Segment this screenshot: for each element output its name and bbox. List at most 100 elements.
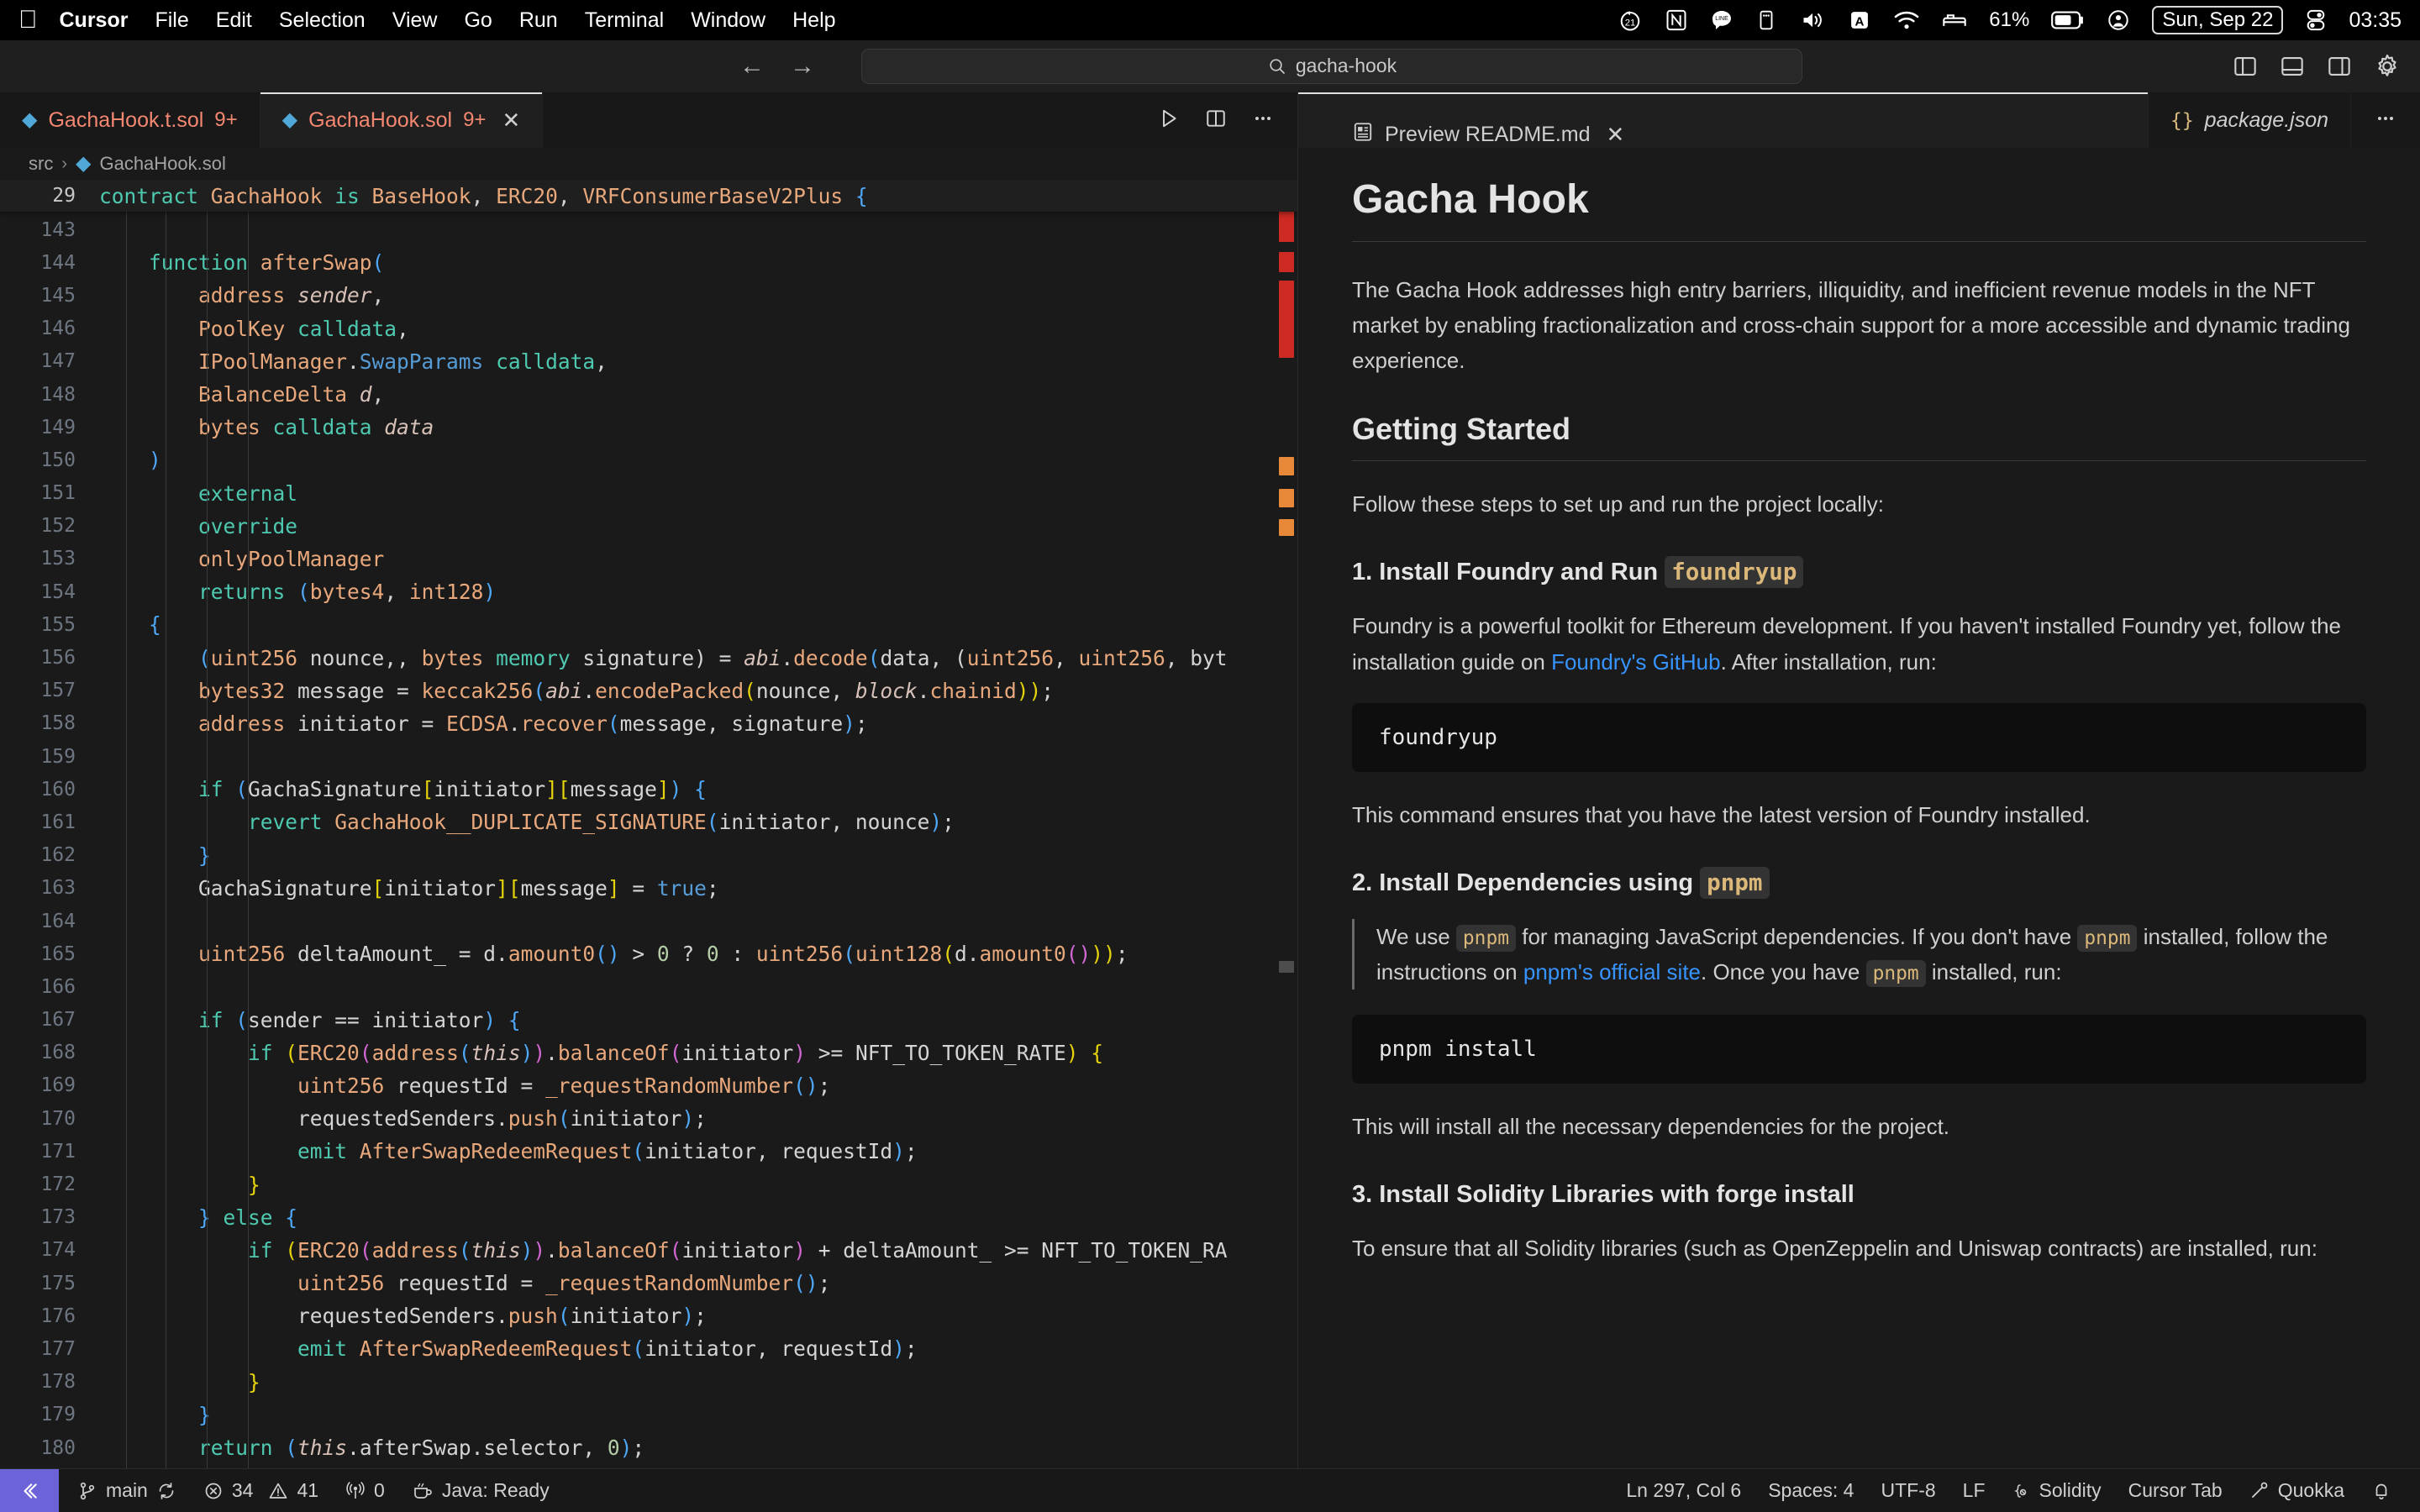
cursor-position-status[interactable]: Ln 297, Col 6 (1612, 1479, 1754, 1502)
code-line[interactable]: 164 (0, 905, 1297, 937)
code-line[interactable]: 168 if (ERC20(address(this)).balanceOf(i… (0, 1037, 1297, 1069)
command-search-bar[interactable]: gacha-hook (861, 48, 1802, 84)
apple-icon[interactable]:  (18, 8, 38, 33)
close-icon[interactable]: ✕ (502, 109, 520, 131)
menubar-date[interactable]: Sun, Sep 22 (2152, 6, 2284, 34)
split-editor-icon[interactable] (1205, 108, 1227, 134)
code-line[interactable]: 173 } else { (0, 1201, 1297, 1234)
toggle-secondary-sidebar-icon[interactable] (2328, 55, 2351, 77)
code-line[interactable]: 169 uint256 requestId = _requestRandomNu… (0, 1069, 1297, 1102)
problems-status[interactable]: 34 41 (190, 1479, 332, 1502)
code-line[interactable]: 155 { (0, 608, 1297, 641)
sleep-icon[interactable] (1942, 6, 1967, 34)
tab-package-json[interactable]: {} package.json (2148, 92, 2351, 148)
code-line[interactable]: 176 requestedSenders.push(initiator); (0, 1299, 1297, 1332)
menu-item-go[interactable]: Go (464, 8, 492, 33)
code-line[interactable]: 180 return (this.afterSwap.selector, 0); (0, 1431, 1297, 1464)
control-center-icon[interactable] (2305, 6, 2327, 34)
close-icon[interactable]: ✕ (1607, 123, 1625, 145)
code-line[interactable]: 160 if (GachaSignature[initiator][messag… (0, 773, 1297, 806)
run-icon[interactable] (1158, 108, 1180, 134)
code-line[interactable]: 161 revert GachaHook__DUPLICATE_SIGNATUR… (0, 806, 1297, 838)
tab-preview-readme-md[interactable]: Preview README.md ✕ (1298, 92, 2149, 148)
battery-icon[interactable] (2051, 6, 2085, 34)
toggle-primary-sidebar-icon[interactable] (2233, 55, 2257, 77)
code-line[interactable]: 159 (0, 740, 1297, 773)
menu-item-edit[interactable]: Edit (216, 8, 252, 33)
pnpm-site-link[interactable]: pnpm's official site (1523, 959, 1701, 984)
arrow-right-icon[interactable]: → (790, 53, 815, 79)
menu-item-run[interactable]: Run (519, 8, 558, 33)
notion-icon[interactable] (1665, 6, 1688, 34)
code-line[interactable]: 143 (0, 213, 1297, 246)
code-line[interactable]: 150 ) (0, 444, 1297, 476)
code-line[interactable]: 179 } (0, 1399, 1297, 1431)
code-line[interactable]: 174 if (ERC20(address(this)).balanceOf(i… (0, 1234, 1297, 1267)
menu-item-help[interactable]: Help (792, 8, 835, 33)
account-icon[interactable] (2107, 6, 2130, 34)
code-editor[interactable]: 143 144 function afterSwap(145 address se… (0, 180, 1297, 1468)
code-line[interactable]: 175 uint256 requestId = _requestRandomNu… (0, 1267, 1297, 1299)
code-line[interactable]: 170 requestedSenders.push(initiator); (0, 1102, 1297, 1135)
ports-status[interactable]: 0 (332, 1479, 398, 1502)
branch-status[interactable]: main (64, 1479, 190, 1502)
tab-gachahook-t-sol[interactable]: ◆ GachaHook.t.sol 9+ (0, 92, 260, 148)
search-input[interactable]: gacha-hook (1296, 55, 1397, 77)
toggle-panel-icon[interactable] (2281, 55, 2304, 77)
tab-gachahook-sol[interactable]: ◆ GachaHook.sol 9+ ✕ (260, 92, 544, 148)
sync-icon[interactable] (156, 1481, 176, 1501)
code-line[interactable]: 146 PoolKey calldata, (0, 312, 1297, 345)
wifi-icon[interactable] (1893, 6, 1920, 34)
code-line[interactable]: 151 external (0, 477, 1297, 510)
code-line-list[interactable]: 143 144 function afterSwap(145 address se… (0, 180, 1297, 1468)
code-line[interactable]: 157 bytes32 message = keccak256(abi.enco… (0, 675, 1297, 707)
breadcrumb-file[interactable]: GachaHook.sol (99, 153, 225, 175)
gear-icon[interactable] (2375, 54, 2400, 79)
code-line[interactable]: 144 function afterSwap( (0, 246, 1297, 279)
timer-21-icon[interactable]: 21 (1618, 6, 1643, 34)
language-mode-status[interactable]: Solidity (1999, 1479, 2115, 1502)
menu-item-view[interactable]: View (392, 8, 438, 33)
code-line[interactable]: 149 bytes calldata data (0, 411, 1297, 444)
code-line[interactable]: 147 IPoolManager.SwapParams calldata, (0, 345, 1297, 378)
encoding-status[interactable]: UTF-8 (1867, 1479, 1949, 1502)
indentation-status[interactable]: Spaces: 4 (1754, 1479, 1867, 1502)
code-line[interactable]: 171 emit AfterSwapRedeemRequest(initiato… (0, 1135, 1297, 1168)
code-line[interactable]: 181 } (0, 1464, 1297, 1468)
code-line[interactable]: 166 (0, 970, 1297, 1003)
menubar-clock[interactable]: 03:35 (2349, 6, 2402, 34)
code-line[interactable]: 167 if (sender == initiator) { (0, 1004, 1297, 1037)
line-icon[interactable]: LINE (1710, 6, 1733, 34)
input-source-a-icon[interactable]: A (1848, 6, 1871, 34)
overview-ruler[interactable] (1274, 180, 1297, 1468)
code-line[interactable]: 165 uint256 deltaAmount_ = d.amount0() >… (0, 937, 1297, 970)
code-line[interactable]: 163 GachaSignature[initiator][message] =… (0, 872, 1297, 905)
code-line[interactable]: 152 override (0, 510, 1297, 543)
code-line[interactable]: 153 onlyPoolManager (0, 543, 1297, 575)
menu-item-file[interactable]: File (155, 8, 188, 33)
keyboard-icon[interactable] (1755, 6, 1777, 34)
code-line[interactable]: 178 } (0, 1366, 1297, 1399)
code-line[interactable]: 148 BalanceDelta d, (0, 378, 1297, 411)
code-lines-area[interactable]: 143 144 function afterSwap(145 address se… (0, 180, 1297, 1468)
code-line[interactable]: 172 } (0, 1168, 1297, 1200)
code-line[interactable]: 156 (uint256 nounce,, bytes memory signa… (0, 641, 1297, 674)
menu-item-cursor[interactable]: Cursor (60, 8, 129, 33)
menu-item-window[interactable]: Window (691, 8, 765, 33)
code-line[interactable]: 162 } (0, 839, 1297, 872)
more-actions-icon[interactable] (2375, 108, 2396, 134)
arrow-left-icon[interactable]: ← (739, 53, 765, 79)
code-line[interactable]: 177 emit AfterSwapRedeemRequest(initiato… (0, 1332, 1297, 1365)
code-line[interactable]: 154 returns (bytes4, int128) (0, 575, 1297, 608)
java-status[interactable]: Java: Ready (398, 1479, 563, 1502)
cursor-tab-status[interactable]: Cursor Tab (2115, 1479, 2236, 1502)
volume-icon[interactable] (1799, 6, 1826, 34)
breadcrumb-folder[interactable]: src (29, 153, 53, 175)
menu-item-selection[interactable]: Selection (279, 8, 366, 33)
more-actions-icon[interactable] (1252, 108, 1274, 134)
eol-status[interactable]: LF (1949, 1479, 1999, 1502)
foundry-github-link[interactable]: Foundry's GitHub (1551, 649, 1721, 675)
notifications-bell[interactable] (2358, 1481, 2405, 1501)
code-line[interactable]: 145 address sender, (0, 279, 1297, 312)
sticky-scroll-line[interactable]: 29 contract GachaHook is BaseHook, ERC20… (0, 180, 1297, 212)
